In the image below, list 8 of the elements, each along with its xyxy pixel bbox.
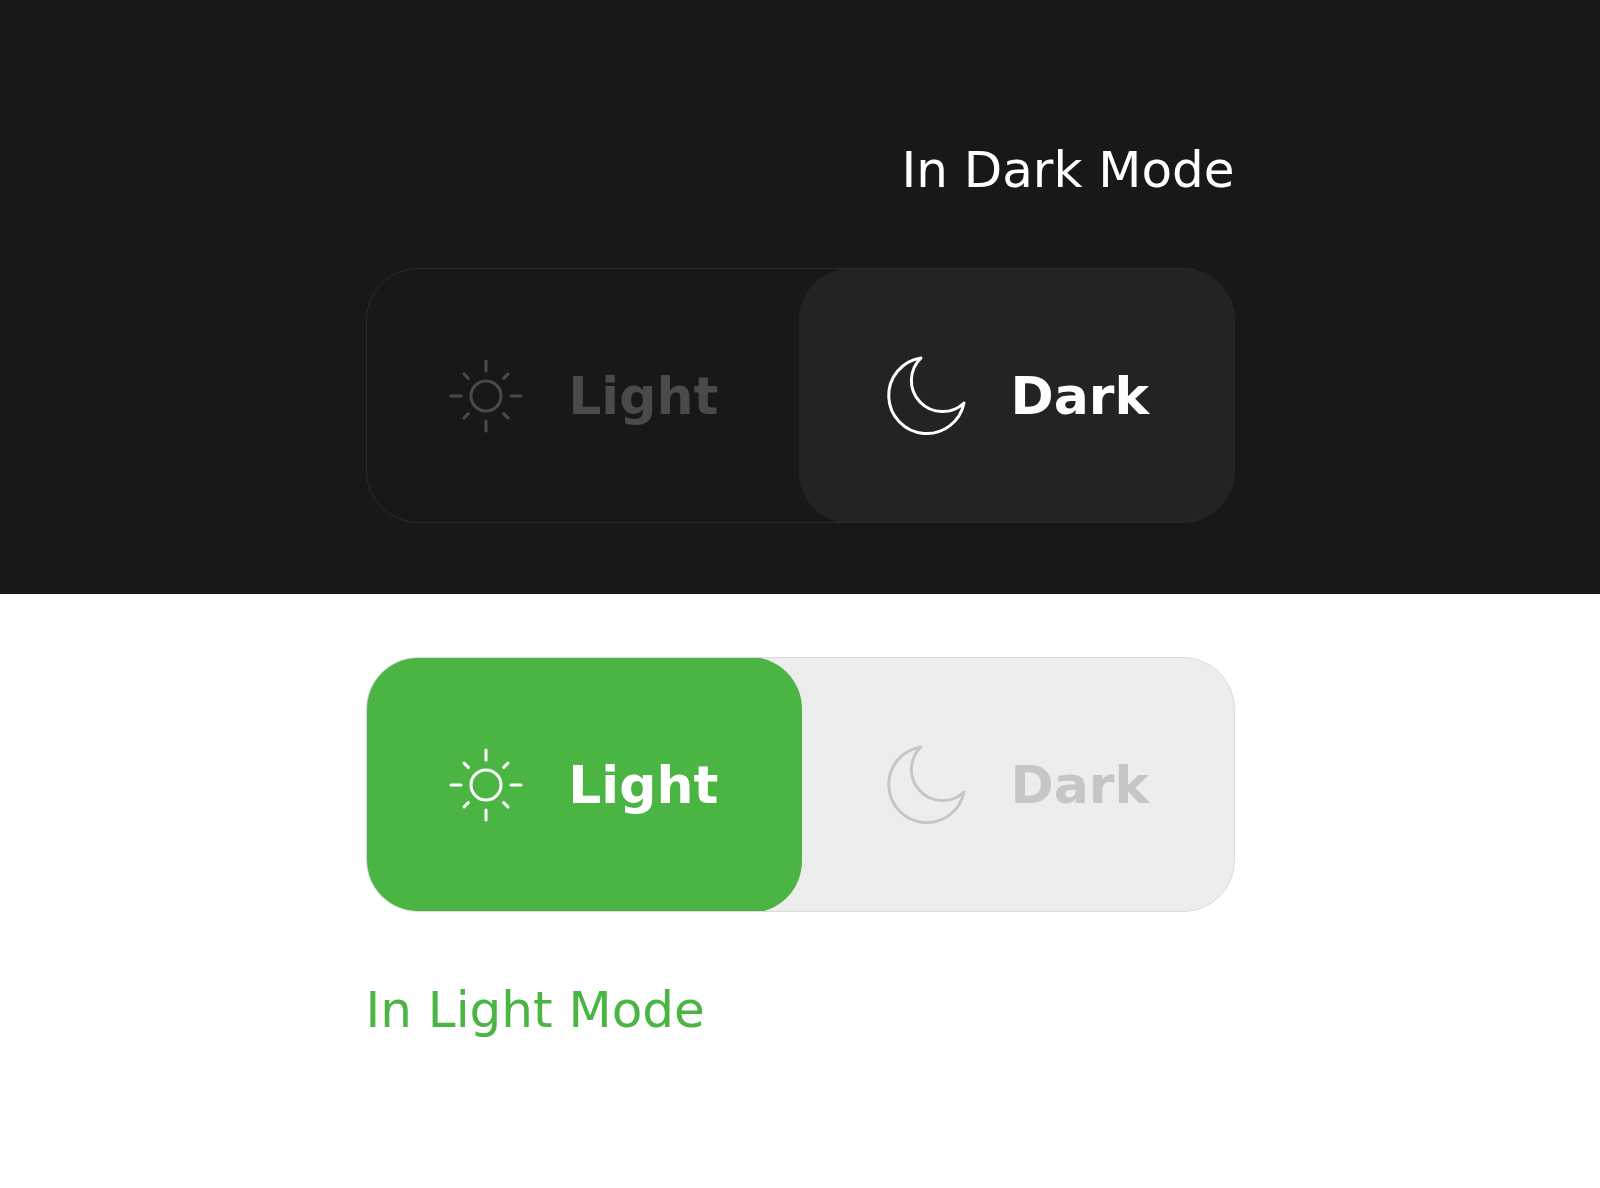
moon-icon — [884, 743, 967, 826]
sun-icon — [448, 746, 525, 823]
moon-icon — [884, 354, 967, 437]
theme-option[interactable]: Dark — [798, 269, 1234, 522]
theme-option[interactable]: Light — [366, 658, 802, 911]
mode-caption: In Dark Mode — [901, 140, 1235, 200]
sun-icon — [448, 357, 525, 434]
mode-caption: In Light Mode — [365, 980, 705, 1040]
